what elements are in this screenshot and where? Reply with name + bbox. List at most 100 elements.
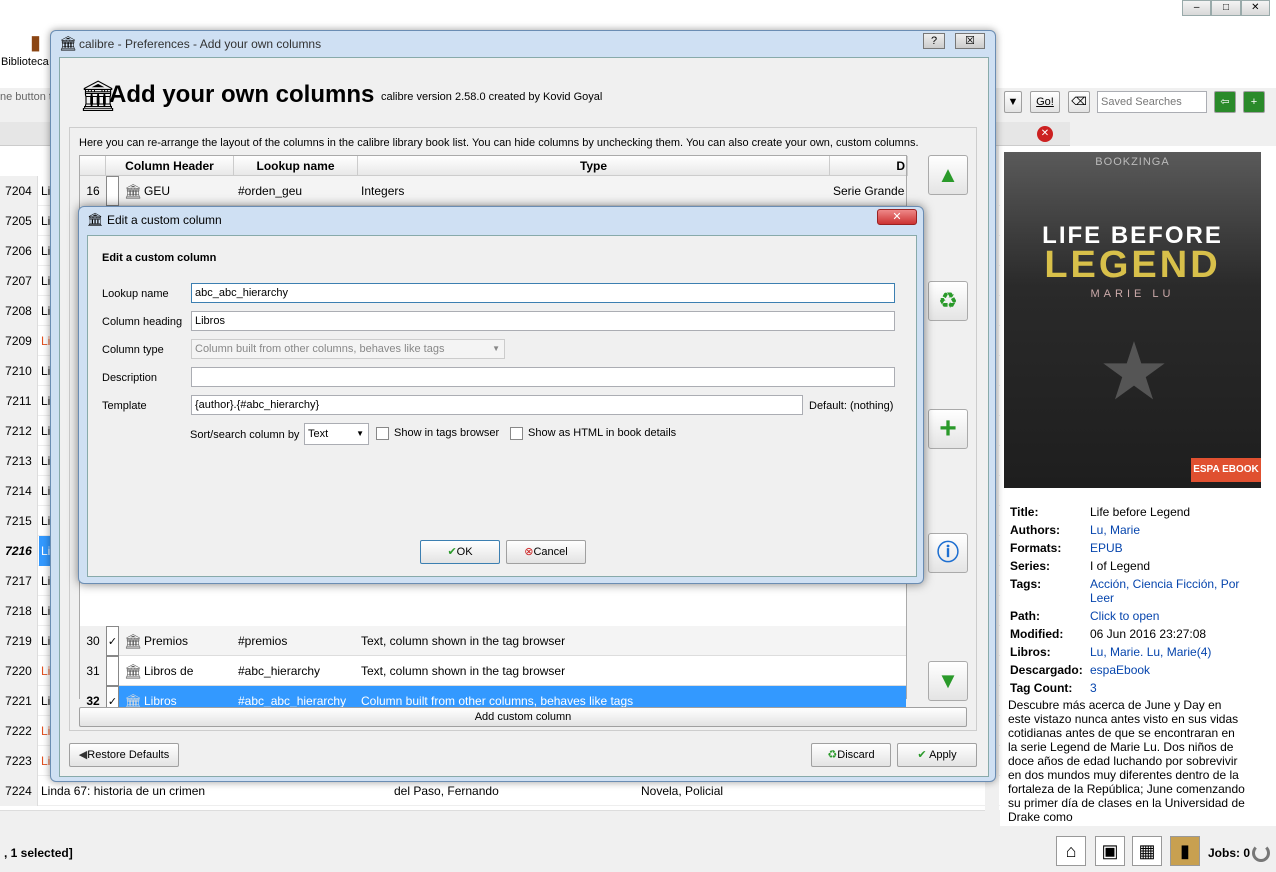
cover-author: MARIE LU bbox=[1090, 288, 1175, 300]
version-text: calibre version 2.58.0 created by Kovid … bbox=[381, 91, 603, 103]
sort-search-select[interactable]: Text ▼ bbox=[304, 423, 369, 445]
jobs-indicator[interactable]: Jobs: 0 bbox=[1208, 846, 1250, 860]
column-type-label: Column type bbox=[102, 344, 164, 356]
cover-publisher: BOOKZINGA bbox=[1095, 156, 1170, 168]
lookup-cell: #premios bbox=[238, 634, 288, 648]
detail-value[interactable]: 3 bbox=[1090, 681, 1097, 695]
close-preferences-button[interactable]: ☒ bbox=[955, 33, 985, 49]
close-dialog-button[interactable]: ✕ bbox=[877, 209, 917, 225]
detail-value[interactable]: Lu, Marie. Lu, Marie(4) bbox=[1090, 645, 1211, 659]
column-checkbox[interactable] bbox=[106, 656, 119, 686]
column-checkbox[interactable]: ✓ bbox=[106, 626, 119, 656]
row-number: 7215 bbox=[0, 506, 38, 536]
detail-label: Descargado: bbox=[1010, 663, 1083, 677]
ok-label: OK bbox=[456, 546, 473, 558]
detail-formats: Formats: EPUB bbox=[1010, 541, 1123, 555]
tag-icon[interactable]: ⌂ bbox=[1056, 836, 1086, 866]
header-rownum bbox=[80, 156, 106, 176]
edit-column-dialog: 🏛 Edit a custom column ✕ Edit a custom c… bbox=[78, 206, 924, 584]
row-number: 7218 bbox=[0, 596, 38, 626]
library-icon[interactable]: ▮ bbox=[30, 30, 41, 55]
detail-label: Libros: bbox=[1010, 645, 1051, 659]
back-arrow-icon[interactable]: ⇦ bbox=[1214, 91, 1236, 113]
add-search-icon[interactable]: + bbox=[1243, 91, 1265, 113]
row-number: 7219 bbox=[0, 626, 38, 656]
column-type-select[interactable]: Column built from other columns, behaves… bbox=[191, 339, 505, 359]
show-as-html-checkbox[interactable] bbox=[510, 427, 523, 440]
search-hint[interactable]: ne button t bbox=[0, 91, 52, 103]
detail-label: Title: bbox=[1010, 505, 1039, 519]
template-input[interactable]: {author}.{#abc_hierarchy} bbox=[191, 395, 803, 415]
lookup-name-input[interactable]: abc_abc_hierarchy bbox=[191, 283, 895, 303]
book-details-icon[interactable]: ▮ bbox=[1170, 836, 1200, 866]
row-number: 7213 bbox=[0, 446, 38, 476]
column-icon: 🏛 bbox=[124, 663, 142, 679]
detail-value[interactable]: I of Legend bbox=[1090, 559, 1150, 573]
add-custom-column-button[interactable]: Add custom column bbox=[79, 707, 967, 727]
chevron-down-icon: ▼ bbox=[492, 344, 500, 353]
star-emblem-icon: ★ bbox=[1098, 327, 1170, 416]
header-description[interactable]: D bbox=[830, 156, 908, 176]
show-in-tags-checkbox[interactable] bbox=[376, 427, 389, 440]
saved-searches-input[interactable]: Saved Searches bbox=[1097, 91, 1207, 113]
column-checkbox[interactable] bbox=[106, 176, 119, 206]
book-cover[interactable]: BOOKZINGA LIFE BEFORE LEGEND MARIE LU ★ … bbox=[1004, 152, 1261, 488]
info-icon[interactable]: ⓘ bbox=[928, 533, 968, 573]
clear-search-icon[interactable]: ⌫ bbox=[1068, 91, 1090, 113]
recycle-icon[interactable]: ♻ bbox=[928, 281, 968, 321]
detail-label: Modified: bbox=[1010, 627, 1064, 641]
row-number: 16 bbox=[80, 176, 106, 206]
cover-flow-icon[interactable]: ▣ bbox=[1095, 836, 1125, 866]
maximize-button[interactable]: □ bbox=[1211, 0, 1241, 16]
detail-label: Tag Count: bbox=[1010, 681, 1073, 695]
detail-value: Life before Legend bbox=[1090, 505, 1191, 519]
grid-view-icon[interactable]: ▦ bbox=[1132, 836, 1162, 866]
type-cell: Integers bbox=[361, 184, 405, 198]
move-up-icon[interactable]: ▲ bbox=[928, 155, 968, 195]
detail-modified: Modified: 06 Jun 2016 23:27:08 bbox=[1010, 627, 1206, 641]
row-number: 7223 bbox=[0, 746, 38, 776]
book-list-hscrollbar[interactable] bbox=[0, 810, 985, 824]
detail-value[interactable]: Lu, Marie bbox=[1090, 523, 1140, 537]
minimize-button[interactable]: – bbox=[1182, 0, 1212, 16]
header-column-header[interactable]: Column Header bbox=[106, 156, 234, 176]
library-label[interactable]: Biblioteca bbox=[1, 56, 49, 68]
header-type[interactable]: Type bbox=[358, 156, 830, 176]
calibre-icon: 🏛 bbox=[59, 35, 77, 51]
undo-icon: ◀ bbox=[78, 749, 88, 761]
detail-value[interactable]: EPUB bbox=[1090, 541, 1123, 555]
close-window-button[interactable]: ✕ bbox=[1240, 0, 1270, 16]
close-tab-icon[interactable]: ✕ bbox=[1037, 126, 1053, 142]
search-dropdown-arrow[interactable]: ▼ bbox=[1004, 91, 1022, 113]
header-lookup-name[interactable]: Lookup name bbox=[234, 156, 358, 176]
detail-value[interactable]: Leer bbox=[1090, 591, 1114, 605]
apply-button[interactable]: ✔ Apply bbox=[897, 743, 977, 767]
column-heading-input[interactable]: Libros bbox=[191, 311, 895, 331]
description-input[interactable] bbox=[191, 367, 895, 387]
go-button[interactable]: Go! bbox=[1030, 91, 1060, 113]
row-number: 7209 bbox=[0, 326, 38, 356]
row-number: 31 bbox=[80, 656, 106, 686]
table-row[interactable]: 16 🏛 GEU #orden_geu Integers Serie Grand… bbox=[80, 176, 906, 206]
add-column-icon[interactable]: + bbox=[928, 409, 968, 449]
restore-defaults-button[interactable]: ◀Restore Defaults bbox=[69, 743, 179, 767]
ok-button[interactable]: ✔OK bbox=[420, 540, 500, 564]
status-text: , 1 selected] bbox=[4, 846, 73, 860]
detail-libros: Libros: Lu, Marie. Lu, Marie(4) bbox=[1010, 645, 1211, 659]
dialog-title: Edit a custom column bbox=[107, 213, 222, 227]
cancel-button[interactable]: ⊗Cancel bbox=[506, 540, 586, 564]
detail-value[interactable]: espaEbook bbox=[1090, 663, 1150, 677]
move-down-icon[interactable]: ▼ bbox=[928, 661, 968, 701]
discard-button[interactable]: ♻Discard bbox=[811, 743, 891, 767]
row-number: 7204 bbox=[0, 176, 38, 206]
cover-title-line2: LEGEND bbox=[1044, 244, 1221, 286]
checkmark-icon: ✔ bbox=[917, 749, 927, 761]
table-row[interactable]: 31 🏛 Libros de #abc_hierarchy Text, colu… bbox=[80, 656, 906, 686]
detail-value: 06 Jun 2016 23:27:08 bbox=[1090, 627, 1207, 641]
description-label: Description bbox=[102, 372, 158, 384]
preferences-title: calibre - Preferences - Add your own col… bbox=[79, 37, 322, 51]
help-button[interactable]: ? bbox=[923, 33, 945, 49]
table-row[interactable]: 30 ✓ 🏛 Premios #premios Text, column sho… bbox=[80, 626, 906, 656]
detail-value[interactable]: Acción, Ciencia Ficción, Por bbox=[1090, 577, 1239, 591]
detail-value[interactable]: Click to open bbox=[1090, 609, 1159, 623]
